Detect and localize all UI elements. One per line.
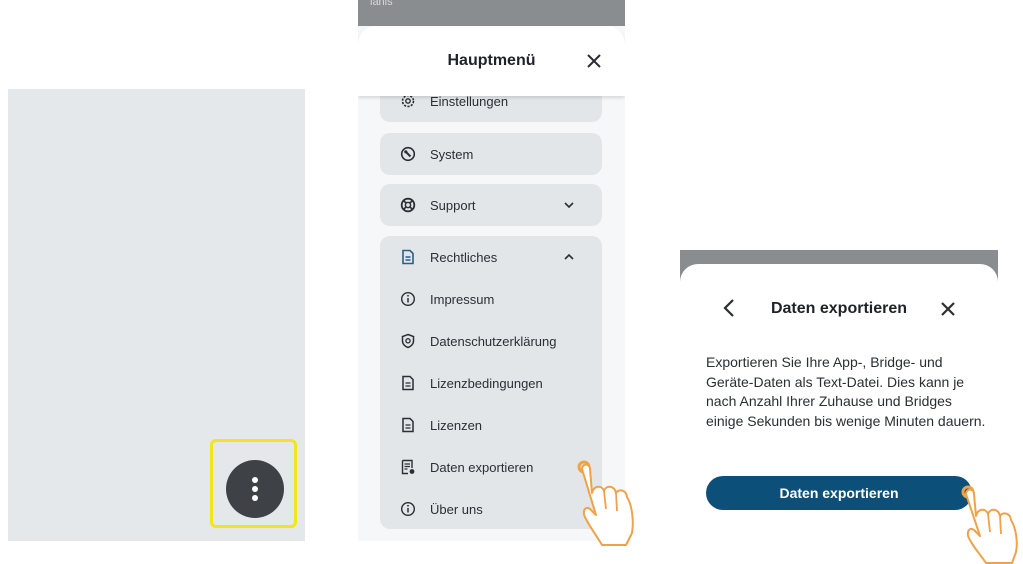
menu-item-label: Support	[430, 198, 476, 213]
submenu-item-label: Lizenzbedingungen	[430, 376, 543, 391]
menu-group-rechtliches: Rechtliches Impressum Datenschutzerkläru…	[380, 236, 602, 529]
close-icon[interactable]	[583, 50, 605, 72]
submenu-item-label: Impressum	[430, 292, 495, 307]
submenu-item-label: Datenschutzerklärung	[430, 334, 557, 349]
export-dialog: Daten exportieren Exportieren Sie Ihre A…	[680, 264, 998, 541]
menu-item-label: Rechtliches	[430, 250, 498, 265]
lifebuoy-icon	[400, 197, 416, 213]
submenu-item-impressum[interactable]: Impressum	[380, 284, 602, 314]
shield-icon	[400, 333, 416, 349]
menu-item-label: Einstellungen	[430, 94, 509, 109]
menu-header: Hauptmenü	[358, 26, 625, 96]
info-icon	[400, 501, 416, 517]
menu-item-system[interactable]: System	[380, 133, 602, 175]
document-icon	[400, 375, 416, 391]
submenu-item-datenschutz[interactable]: Datenschutzerklärung	[380, 326, 602, 356]
submenu-item-label: Daten exportieren	[430, 460, 534, 475]
document-icon	[400, 417, 416, 433]
export-data-button[interactable]: Daten exportieren	[706, 476, 972, 510]
export-document-icon	[400, 459, 416, 475]
menu-item-support[interactable]: Support	[380, 184, 602, 226]
submenu-item-lizenzen[interactable]: Lizenzen	[380, 410, 602, 440]
submenu-item-label: Über uns	[430, 502, 483, 517]
chevron-up-icon	[564, 253, 574, 261]
status-text: lanis	[370, 0, 393, 8]
close-icon[interactable]	[938, 299, 958, 319]
tap-hand-icon	[572, 455, 652, 547]
menu-item-label: System	[430, 147, 474, 162]
menu-fab-button[interactable]	[226, 460, 284, 518]
menu-item-rechtliches[interactable]: Rechtliches	[380, 242, 602, 272]
dialog-description: Exportieren Sie Ihre App-, Bridge- und G…	[706, 354, 986, 429]
submenu-item-label: Lizenzen	[430, 418, 483, 433]
info-icon	[400, 291, 416, 307]
wrench-icon	[400, 146, 416, 162]
submenu-item-lizenzbedingungen[interactable]: Lizenzbedingungen	[380, 368, 602, 398]
status-bar: lanis	[358, 0, 625, 26]
submenu-item-daten-exportieren[interactable]: Daten exportieren	[380, 452, 602, 482]
tap-hand-icon	[956, 480, 1023, 564]
chevron-down-icon	[564, 201, 574, 209]
submenu-item-ueber-uns[interactable]: Über uns	[380, 494, 602, 524]
document-icon	[400, 249, 416, 265]
